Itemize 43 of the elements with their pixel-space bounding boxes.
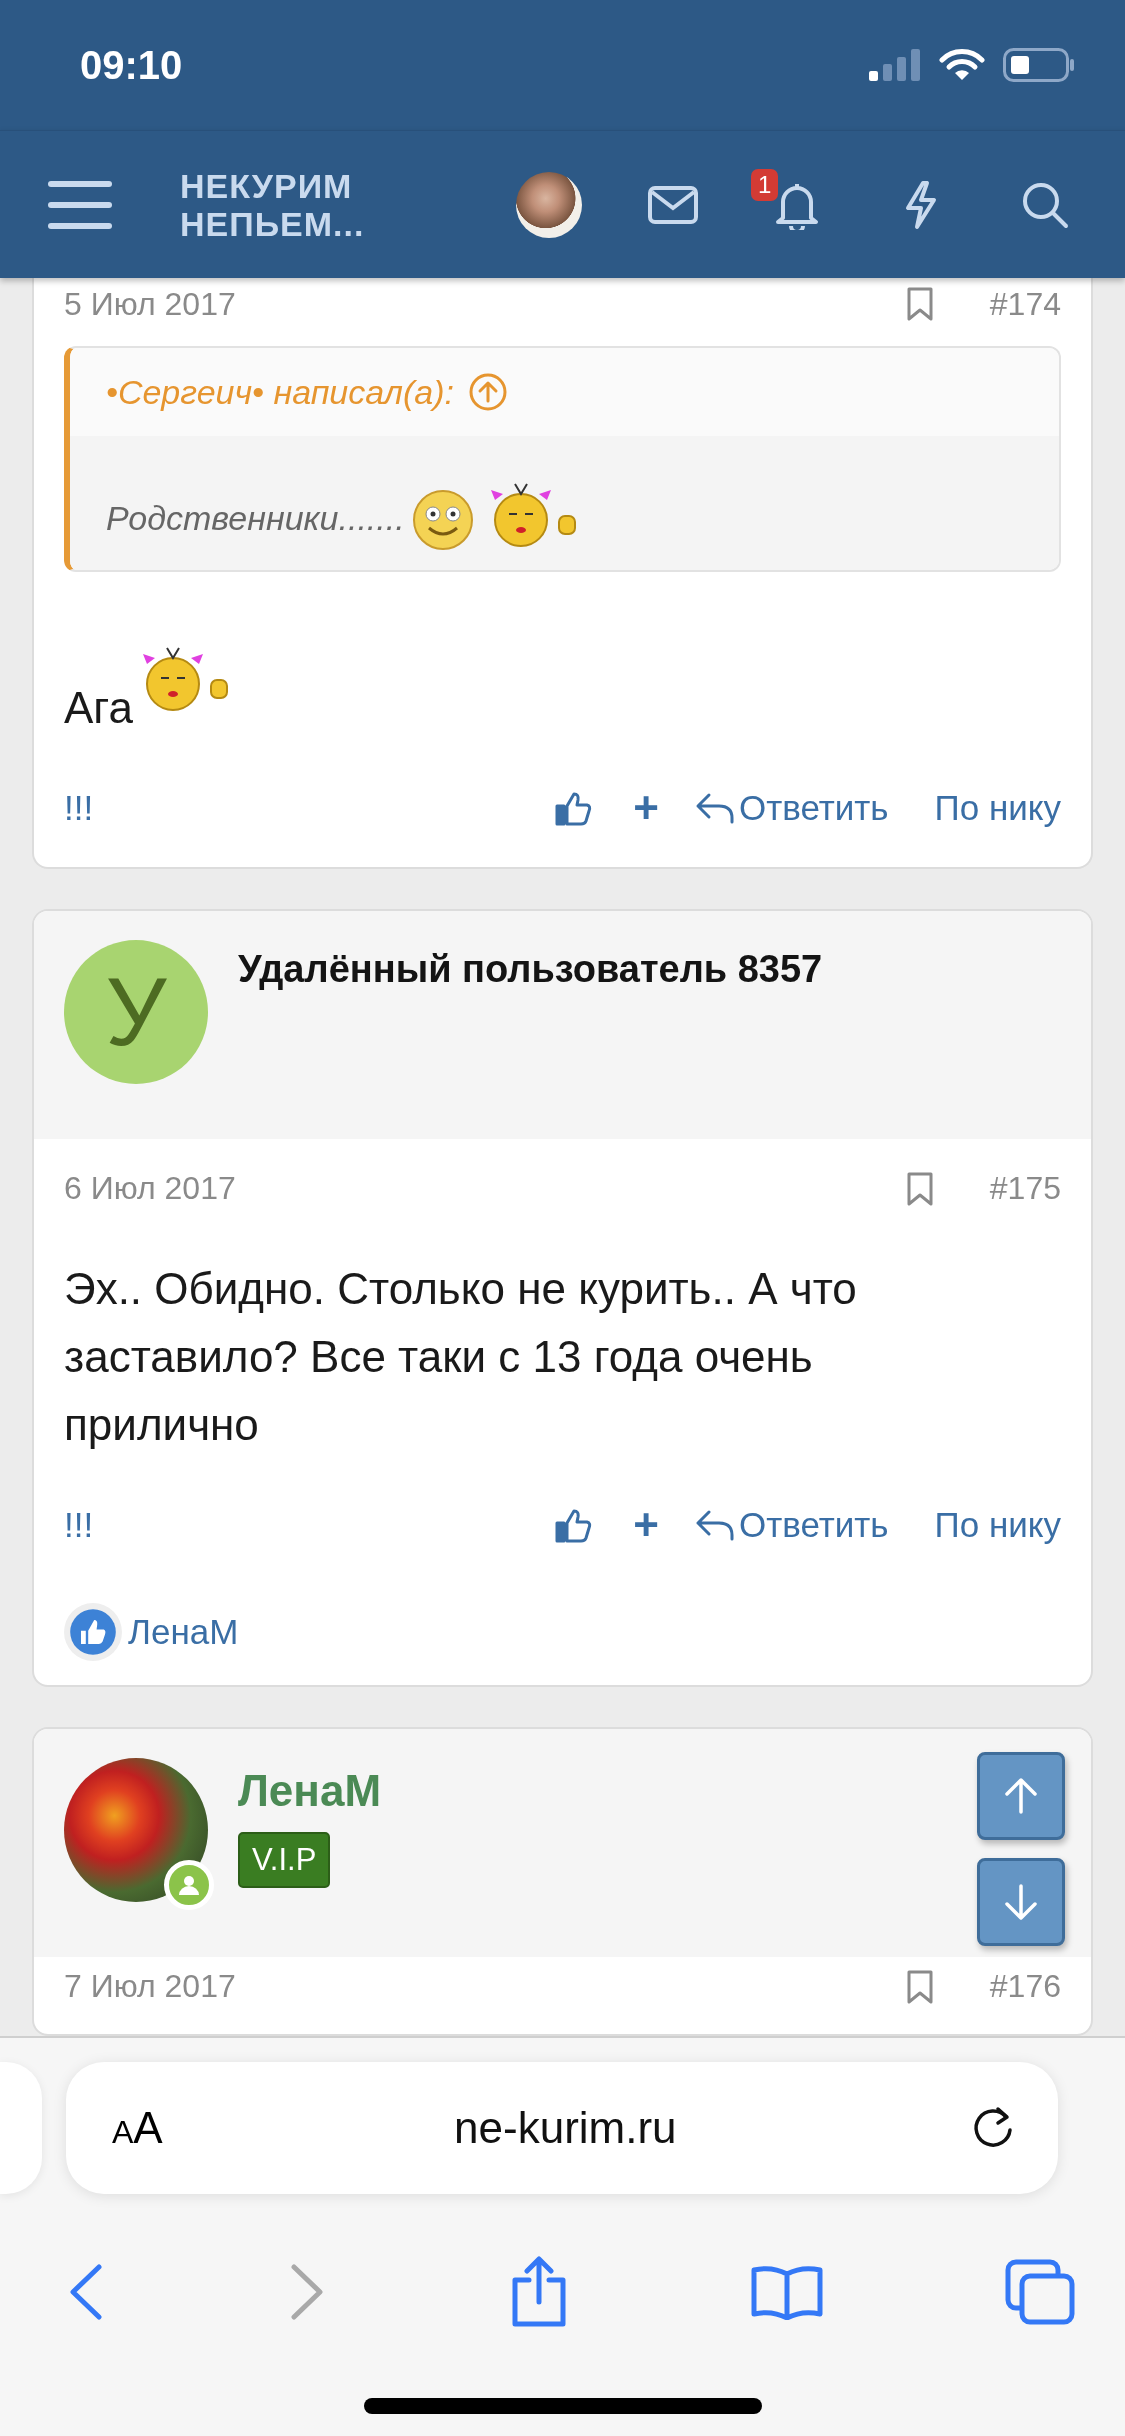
report-link[interactable]: !!! <box>64 788 94 828</box>
search-icon[interactable] <box>1021 180 1069 229</box>
post-date[interactable]: 7 Июл 2017 <box>64 1968 236 2006</box>
bookmark-icon[interactable] <box>905 1968 934 2005</box>
status-time: 09:10 <box>80 42 183 88</box>
tabs-icon[interactable] <box>1005 2259 1075 2325</box>
by-nick-link[interactable]: По нику <box>934 788 1061 828</box>
smiley-icon <box>410 488 475 552</box>
scroll-down-button[interactable] <box>977 1858 1065 1946</box>
post-text: Эх.. Обидно. Столько не курить.. А что заставило? Все таки с 13 года очень прилично <box>64 1262 858 1451</box>
url-text: ne-kurim.ru <box>453 2103 678 2153</box>
report-link[interactable]: !!! <box>64 1504 94 1545</box>
post-text: Ага <box>64 682 133 734</box>
post-number[interactable]: #175 <box>989 1170 1061 1208</box>
lightning-icon[interactable] <box>903 179 939 230</box>
post-number[interactable]: #176 <box>989 1968 1061 2006</box>
notification-badge: 1 <box>751 168 779 201</box>
author-name[interactable]: ЛенаМ <box>238 1765 382 1816</box>
post-date[interactable]: 5 Июл 2017 <box>64 285 236 323</box>
quote-text: Родственники....... <box>106 499 405 539</box>
reply-arrow-icon <box>694 791 735 825</box>
bookmark-icon[interactable] <box>905 1170 934 1207</box>
site-logo[interactable]: НЕКУРИМ НЕПЬЕМ... <box>180 166 365 243</box>
signal-icon <box>869 49 921 81</box>
by-nick-link[interactable]: По нику <box>934 1504 1061 1545</box>
wifi-icon <box>939 48 985 82</box>
bookmark-icon[interactable] <box>905 286 934 322</box>
user-title: V.I.P <box>238 1831 331 1888</box>
post-number[interactable]: #174 <box>989 285 1061 323</box>
battery-icon <box>1003 48 1075 82</box>
address-bar[interactable]: AA ne-kurim.ru <box>66 2062 1058 2194</box>
reply-link[interactable]: Ответить <box>694 1504 889 1545</box>
mail-icon[interactable] <box>648 185 698 224</box>
post-date[interactable]: 6 Июл 2017 <box>64 1170 236 1208</box>
author-name[interactable]: Удалённый пользователь 8357 <box>238 947 823 991</box>
reaction-user-link[interactable]: ЛенаМ <box>128 1611 239 1652</box>
text-size-button[interactable]: AA <box>112 2103 163 2153</box>
scroll-up-button[interactable] <box>977 1752 1065 1840</box>
letter-avatar[interactable]: У <box>64 939 208 1084</box>
plus-button[interactable]: + <box>633 1499 659 1550</box>
reply-link[interactable]: Ответить <box>694 788 889 828</box>
book-icon[interactable] <box>749 2264 824 2320</box>
plus-button[interactable]: + <box>633 783 659 833</box>
